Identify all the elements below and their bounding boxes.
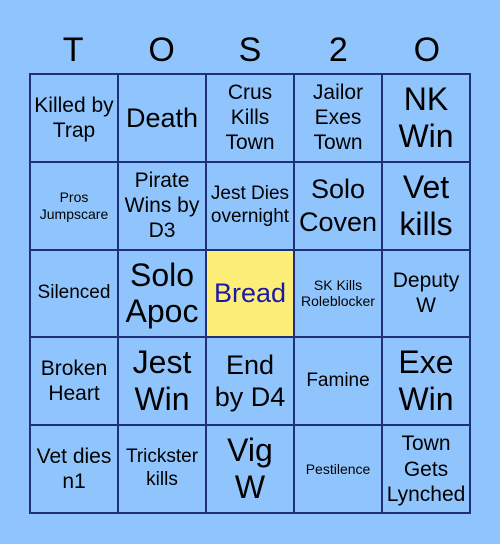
- bingo-cell[interactable]: Pros Jumpscare: [30, 161, 118, 250]
- header-letter: O: [148, 31, 175, 69]
- bingo-cell[interactable]: Deputy W: [382, 249, 470, 338]
- bingo-cell[interactable]: Solo Coven: [294, 161, 382, 250]
- bingo-cell[interactable]: Trickster kills: [118, 425, 206, 513]
- bingo-cell[interactable]: Solo Apoc: [118, 249, 206, 338]
- bingo-cell[interactable]: Pirate Wins by D3: [118, 161, 206, 250]
- header-letter: T: [62, 31, 84, 69]
- bingo-cell[interactable]: Jailor Exes Town: [294, 74, 382, 162]
- bingo-cell[interactable]: Pestilence: [294, 425, 382, 513]
- bingo-cell[interactable]: Death: [118, 74, 206, 162]
- bingo-header: T O S 2 O: [29, 28, 471, 73]
- bingo-cell[interactable]: Jest Win: [118, 337, 206, 426]
- bingo-cell[interactable]: Crus Kills Town: [206, 74, 294, 162]
- bingo-cell[interactable]: Town Gets Lynched: [382, 425, 470, 513]
- bingo-cell[interactable]: Jest Dies overnight: [206, 161, 294, 250]
- free-space-cell[interactable]: Bread: [206, 249, 294, 338]
- bingo-cell[interactable]: SK Kills Roleblocker: [294, 249, 382, 338]
- header-letter: 2: [328, 31, 348, 69]
- bingo-cell[interactable]: Killed by Trap: [30, 74, 118, 162]
- bingo-cell[interactable]: Vet kills: [382, 161, 470, 250]
- bingo-cell[interactable]: Vig W: [206, 425, 294, 513]
- header-letter: S: [238, 31, 262, 69]
- bingo-card: Killed by Trap Death Crus Kills Town Jai…: [29, 73, 471, 514]
- bingo-cell[interactable]: Exe Win: [382, 337, 470, 426]
- bingo-cell[interactable]: Broken Heart: [30, 337, 118, 426]
- bingo-cell[interactable]: Vet dies n1: [30, 425, 118, 513]
- bingo-cell[interactable]: Famine: [294, 337, 382, 426]
- bingo-cell[interactable]: NK Win: [382, 74, 470, 162]
- bingo-cell[interactable]: Silenced: [30, 249, 118, 338]
- bingo-cell[interactable]: End by D4: [206, 337, 294, 426]
- header-letter: O: [413, 31, 441, 69]
